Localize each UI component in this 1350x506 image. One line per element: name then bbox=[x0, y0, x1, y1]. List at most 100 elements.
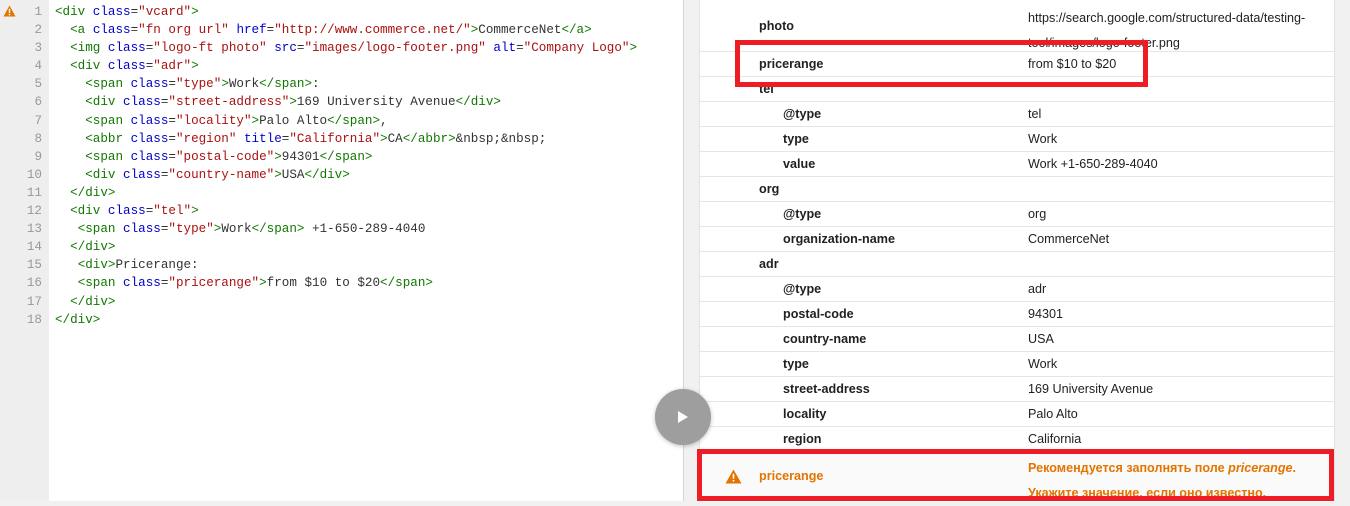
code-text: </div> bbox=[55, 238, 115, 256]
code-text: </div> bbox=[55, 184, 115, 202]
code-text: <div>Pricerange: bbox=[55, 256, 199, 274]
code-line[interactable]: 11 </div> bbox=[0, 184, 683, 202]
code-token: src bbox=[274, 41, 297, 56]
line-number: 7 bbox=[34, 113, 42, 128]
result-row-warning: pricerange Рекомендуется заполнять поле … bbox=[700, 452, 1334, 502]
code-token: Pricerange: bbox=[115, 258, 199, 273]
code-line[interactable]: 14 </div> bbox=[0, 238, 683, 256]
code-token: <div> bbox=[77, 258, 116, 273]
code-token: > bbox=[259, 276, 267, 291]
warning-key: pricerange bbox=[759, 469, 824, 483]
result-value: tel bbox=[1028, 107, 1042, 121]
code-text: <img class="logo-ft photo" src="images/l… bbox=[55, 39, 637, 57]
code-line[interactable]: 17 </div> bbox=[0, 293, 683, 311]
result-value: Work bbox=[1028, 132, 1058, 146]
code-token: 169 University Avenue bbox=[296, 95, 456, 110]
code-line[interactable]: 12 <div class="tel"> bbox=[0, 202, 683, 220]
result-key: @type bbox=[783, 107, 822, 121]
code-token: Palo Alto bbox=[259, 113, 328, 128]
code-token: <div bbox=[85, 167, 116, 182]
code-token: "adr" bbox=[153, 59, 192, 74]
line-number: 14 bbox=[26, 240, 42, 255]
code-line[interactable]: 5 <span class="type">Work</span>: bbox=[0, 75, 683, 93]
code-line[interactable]: 3 <img class="logo-ft photo" src="images… bbox=[0, 39, 683, 57]
code-editor[interactable]: 1 <div class="vcard"> 2 <a class="fn org u… bbox=[0, 0, 684, 501]
code-line[interactable]: 15 <div>Pricerange: bbox=[0, 256, 683, 274]
code-token: > bbox=[380, 131, 388, 146]
code-line[interactable]: 1 <div class="vcard"> bbox=[0, 3, 683, 21]
code-token: class bbox=[130, 131, 169, 146]
code-token: CommerceNet bbox=[478, 23, 562, 38]
result-value: USA bbox=[1028, 332, 1054, 346]
code-token: </div> bbox=[304, 167, 350, 182]
code-line[interactable]: 10 <div class="country-name">USA</div> bbox=[0, 166, 683, 184]
result-key: type bbox=[783, 132, 809, 146]
result-value: https://search.google.com/structured-dat… bbox=[1028, 11, 1306, 50]
code-token: "tel" bbox=[153, 204, 192, 219]
result-key: country-name bbox=[783, 332, 867, 346]
code-token: <span bbox=[85, 149, 124, 164]
code-token: > bbox=[191, 59, 199, 74]
result-row-photo: photo https://search.google.com/structur… bbox=[700, 0, 1334, 50]
result-row: @type org bbox=[700, 201, 1334, 226]
line-number: 12 bbox=[26, 204, 42, 219]
code-line[interactable]: 8 <abbr class="region" title="California… bbox=[0, 130, 683, 148]
code-token: 94301 bbox=[281, 149, 320, 164]
code-line[interactable]: 16 <span class="pricerange">from $10 to … bbox=[0, 274, 683, 292]
code-token: alt bbox=[493, 41, 517, 56]
line-number: 18 bbox=[26, 312, 42, 327]
code-token: "fn org url" bbox=[138, 23, 229, 38]
code-token: <div bbox=[70, 204, 101, 219]
line-number: 17 bbox=[26, 294, 42, 309]
code-token: <div bbox=[85, 95, 116, 110]
code-text: <span class="type">Work</span>: bbox=[55, 75, 319, 93]
code-text: <div class="tel"> bbox=[55, 202, 199, 220]
line-number: 6 bbox=[34, 95, 42, 110]
code-token: </div> bbox=[70, 240, 116, 255]
line-number: 4 bbox=[34, 59, 42, 74]
code-token: > bbox=[191, 204, 199, 219]
code-token: "Company Logo" bbox=[523, 41, 630, 56]
code-line[interactable]: 2 <a class="fn org url" href="http://www… bbox=[0, 21, 683, 39]
code-token: </a> bbox=[561, 23, 592, 38]
results-panel: photo https://search.google.com/structur… bbox=[684, 0, 1350, 502]
code-token: from $10 to $20 bbox=[266, 276, 381, 291]
result-row: postal-code 94301 bbox=[700, 301, 1334, 326]
code-line[interactable]: 9 <span class="postal-code">94301</span> bbox=[0, 148, 683, 166]
result-row: value Work +1-650-289-4040 bbox=[700, 151, 1334, 176]
code-token: </div> bbox=[70, 294, 116, 309]
warning-message: Рекомендуется заполнять поле pricerange.… bbox=[1028, 456, 1318, 506]
code-text: <abbr class="region" title="California">… bbox=[55, 130, 546, 148]
code-line[interactable]: 18 </div> bbox=[0, 311, 683, 329]
code-token: CA bbox=[387, 131, 403, 146]
code-line[interactable]: 6 <div class="street-address">169 Univer… bbox=[0, 93, 683, 111]
result-value: Work +1-650-289-4040 bbox=[1028, 157, 1158, 171]
code-line[interactable]: 4 <div class="adr"> bbox=[0, 57, 683, 75]
code-line[interactable]: 7 <span class="locality">Palo Alto</span… bbox=[0, 112, 683, 130]
code-token: > bbox=[251, 113, 260, 128]
code-token: title bbox=[243, 131, 282, 146]
code-token: class bbox=[130, 149, 169, 164]
run-test-button[interactable] bbox=[655, 389, 711, 445]
code-token: class bbox=[123, 167, 161, 182]
code-text: <a class="fn org url" href="http://www.c… bbox=[55, 21, 592, 39]
result-key: type bbox=[783, 357, 809, 371]
result-value: org bbox=[1028, 207, 1047, 221]
code-token: = bbox=[516, 41, 524, 56]
code-text: </div> bbox=[55, 311, 100, 329]
code-token: = bbox=[168, 77, 176, 92]
code-token: > bbox=[274, 149, 282, 164]
warning-triangle-icon bbox=[725, 469, 742, 484]
code-line[interactable]: 13 <span class="type">Work</span> +1-650… bbox=[0, 220, 683, 238]
code-token: "country-name" bbox=[168, 167, 275, 182]
code-token: href bbox=[236, 23, 267, 38]
